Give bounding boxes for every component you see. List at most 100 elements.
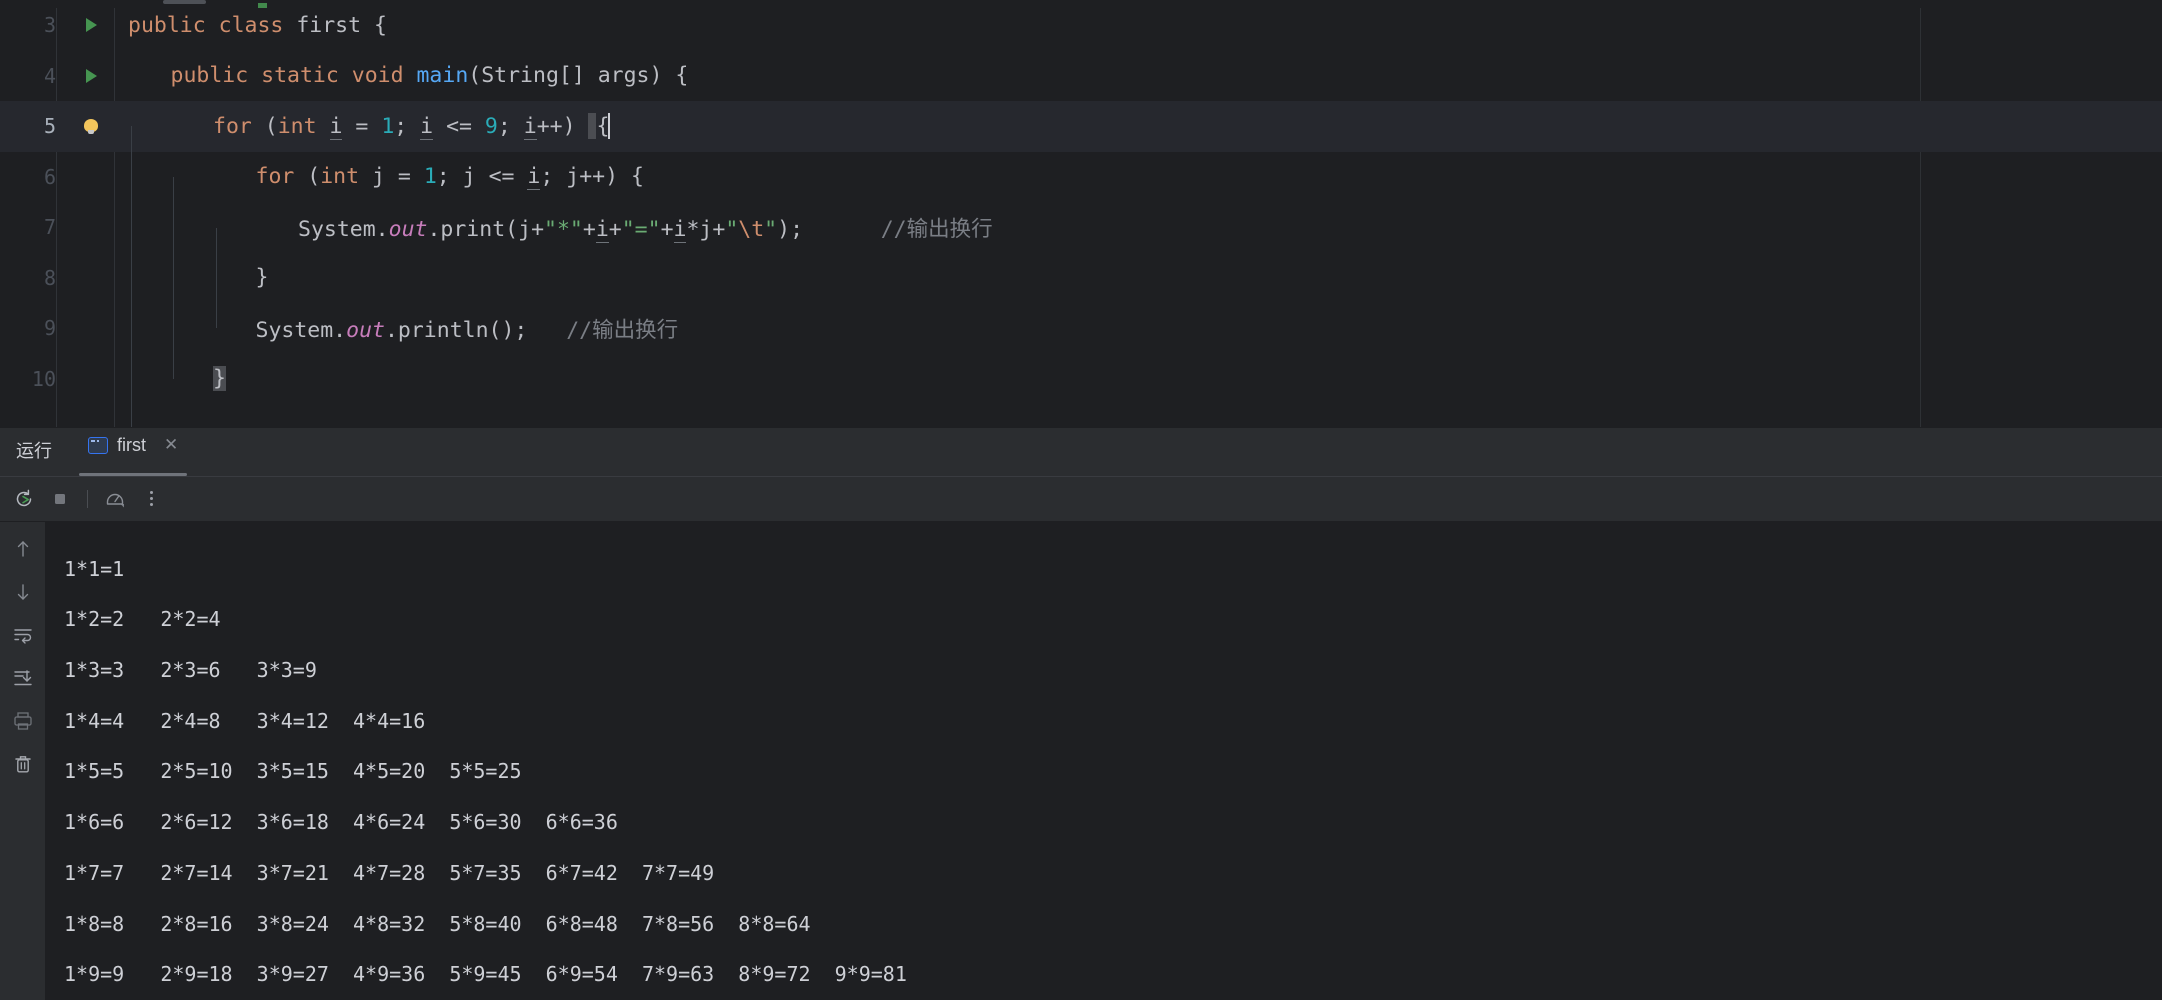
code-comment: //输出换行 [880, 216, 993, 242]
code-token: \t [738, 216, 765, 242]
code-token: } [213, 366, 226, 392]
code-token: System [255, 317, 334, 343]
code-token: 1 [381, 114, 395, 140]
code-token: + [608, 216, 622, 242]
console-sidebar [0, 521, 46, 1000]
code-token: ++) [536, 114, 589, 140]
run-arrow-gutter[interactable] [62, 18, 120, 33]
code-token: (); [488, 317, 528, 343]
line-number: 7 [43, 215, 56, 240]
code-comment: //输出换行 [566, 317, 679, 343]
console-output-line: 1*9=9 2*9=18 3*9=27 4*9=36 5*9=45 6*9=54… [64, 962, 907, 987]
console-output-line: 1*8=8 2*8=16 3*8=24 4*8=32 5*8=40 6*8=48… [64, 911, 811, 936]
run-arrow-icon[interactable] [85, 18, 97, 33]
rerun-icon [16, 489, 32, 506]
code-line[interactable]: 10} [0, 354, 2162, 405]
run-tab-list: first ✕ [76, 428, 190, 476]
code-token: ; [436, 164, 463, 190]
code-line[interactable]: 9 System.out.println(); //输出换行 [0, 303, 2162, 354]
code-line[interactable]: 4 public static void main(String[] args) … [0, 51, 2162, 102]
code-line[interactable]: 7 System.out.print(j+"*"+i+"="+i*j+"\t");… [0, 202, 2162, 253]
code-token: { [361, 12, 387, 38]
scroll-to-end-icon [13, 669, 32, 685]
code-editor[interactable]: 3 public class first { 4 public static void… [0, 0, 2162, 427]
code-token: ( [251, 114, 278, 140]
code-token: + [712, 216, 726, 242]
code-line[interactable]: 6 for (int j = 1; j <= i; j++) { [0, 152, 2162, 203]
console-output-line: 1*7=7 2*7=14 3*7=21 4*7=28 5*7=35 6*7=42… [64, 860, 715, 885]
code-token: <= [433, 114, 485, 140]
console-output[interactable]: 1*1=1 1*2=2 2*2=4 1*3=3 2*3=6 3*3=9 1*4=4 2… [46, 522, 2162, 1000]
code-token: + [531, 216, 545, 242]
stop-button[interactable] [44, 483, 76, 515]
code-token: ; [540, 164, 567, 190]
line-number: 8 [43, 265, 56, 290]
code-token: 9 [484, 114, 498, 140]
bulb-gutter[interactable] [62, 118, 120, 134]
code-token: = [342, 114, 382, 140]
soft-wrap-button[interactable] [8, 620, 38, 650]
more-options-button[interactable] [135, 483, 167, 515]
console-output-line: 1*4=4 2*4=8 3*4=12 4*4=16 [64, 708, 426, 733]
scroll-to-end-button[interactable] [8, 663, 38, 693]
code-token: i [523, 114, 537, 141]
code-token: int [277, 114, 317, 140]
close-icon[interactable]: ✕ [164, 436, 178, 454]
code-text[interactable]: public class first { [120, 13, 2162, 38]
code-text[interactable]: } [120, 265, 2162, 290]
scroll-down-button[interactable] [8, 577, 38, 607]
run-marker-partial [258, 3, 267, 8]
rerun-button[interactable] [8, 483, 40, 515]
print-button[interactable] [8, 706, 38, 736]
code-token: class [218, 12, 284, 38]
run-panel-title: 运行 [16, 440, 52, 461]
line-number: 3 [43, 13, 56, 38]
code-token: out [346, 317, 385, 343]
more-options-icon [149, 491, 153, 507]
horizontal-scrollbar-thumb[interactable] [163, 0, 206, 4]
code-token: + [582, 216, 596, 242]
run-arrow-icon[interactable] [85, 68, 97, 83]
run-tab-label: first [117, 434, 146, 455]
ide-window: 3 public class first { 4 public static void… [0, 0, 2162, 1000]
code-line[interactable]: 8} [0, 253, 2162, 304]
bulb-icon[interactable] [84, 118, 98, 134]
code-line[interactable]: 5 for (int i = 1; i <= 9; i++) { [0, 101, 2162, 152]
code-lines: 3 public class first { 4 public static void… [0, 0, 2162, 404]
console-body: 1*1=1 1*2=2 2*2=4 1*3=3 2*3=6 3*3=9 1*4=4 2… [0, 521, 2162, 1000]
stop-icon [55, 493, 65, 504]
code-token: ; [394, 114, 421, 140]
run-tab-first[interactable]: first ✕ [76, 428, 190, 476]
console-output-line: 1*2=2 2*2=4 [64, 607, 221, 632]
line-number: 4 [43, 63, 56, 88]
clear-console-button[interactable] [8, 749, 38, 779]
caret-bar [608, 113, 611, 140]
console-icon [88, 436, 108, 454]
code-token: * [686, 216, 700, 242]
run-arrow-gutter[interactable] [62, 68, 120, 83]
code-token: + [660, 216, 674, 242]
profiler-button[interactable] [99, 483, 131, 515]
code-text[interactable]: for (int j = 1; j <= i; j++) { [120, 164, 2162, 191]
code-token: void [351, 63, 404, 89]
code-token: i [527, 164, 541, 191]
code-token: [] args) { [558, 63, 689, 89]
code-text[interactable]: public static void main(String[] args) { [120, 63, 2162, 88]
code-token: <= [475, 164, 528, 190]
code-text[interactable]: for (int i = 1; i <= 9; i++) { [120, 113, 2162, 141]
line-number: 5 [43, 114, 56, 139]
code-token: ( [294, 164, 321, 190]
code-token: . [384, 317, 398, 343]
code-text[interactable]: System.out.print(j+"*"+i+"="+i*j+"\t"); … [120, 212, 2162, 243]
code-token: } [255, 265, 269, 291]
code-text[interactable]: System.out.println(); //输出换行 [120, 313, 2162, 344]
code-token: j [462, 164, 476, 190]
console-output-line: 1*5=5 2*5=10 3*5=15 4*5=20 5*5=25 [64, 759, 522, 784]
arrow-up-icon [17, 540, 28, 557]
code-text[interactable]: } [120, 366, 2162, 392]
scroll-up-button[interactable] [8, 534, 38, 564]
